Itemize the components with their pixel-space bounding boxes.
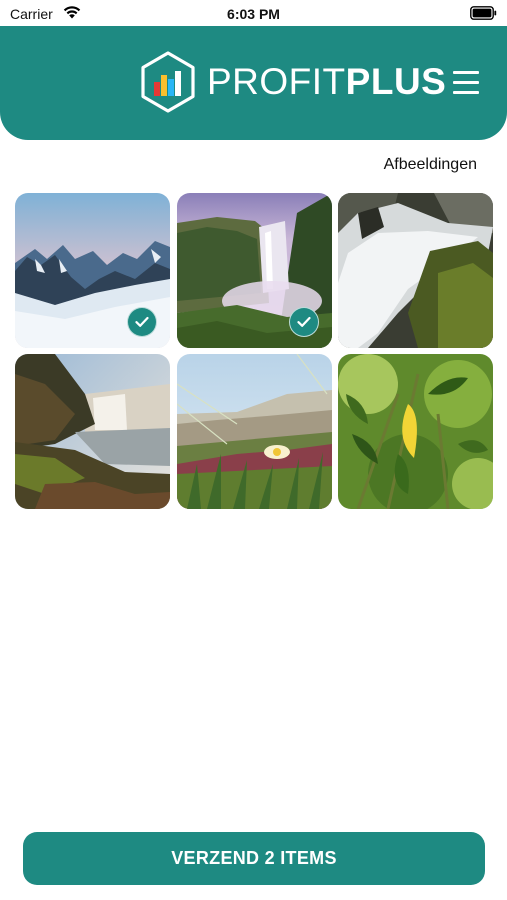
rocky-waterfall-photo: [338, 193, 493, 348]
battery-icon: [470, 6, 497, 20]
leaves-photo: [338, 354, 493, 509]
app-header: PROFITPLUS: [0, 26, 507, 140]
logo-text-profit: PROFIT: [207, 61, 346, 102]
section-title: Afbeeldingen: [383, 156, 477, 173]
logo-hexagon-icon: [141, 51, 195, 113]
profitplus-logo: PROFITPLUS: [139, 50, 446, 114]
flower-photo: [177, 354, 332, 509]
gallery-image-leaves[interactable]: [338, 354, 493, 509]
gallery-image-waterfall-rocks[interactable]: [338, 193, 493, 348]
status-time: 6:03 PM: [227, 6, 280, 22]
logo-text-plus: PLUS: [345, 61, 447, 102]
shore-waterfall-photo: [15, 354, 170, 509]
send-items-button[interactable]: VERZEND 2 ITEMS: [23, 832, 485, 885]
gallery-image-waterfall-shore[interactable]: [15, 354, 170, 509]
gallery-image-waterfall-mist[interactable]: [177, 193, 332, 348]
logo-wordmark: PROFITPLUS: [207, 62, 446, 102]
hamburger-menu-icon[interactable]: [450, 69, 482, 97]
selected-check-icon: [289, 307, 319, 337]
selected-check-icon: [127, 307, 157, 337]
gallery-image-flower-dune[interactable]: [177, 354, 332, 509]
status-bar: Carrier 6:03 PM: [0, 0, 507, 26]
gallery-image-mountains[interactable]: [15, 193, 170, 348]
